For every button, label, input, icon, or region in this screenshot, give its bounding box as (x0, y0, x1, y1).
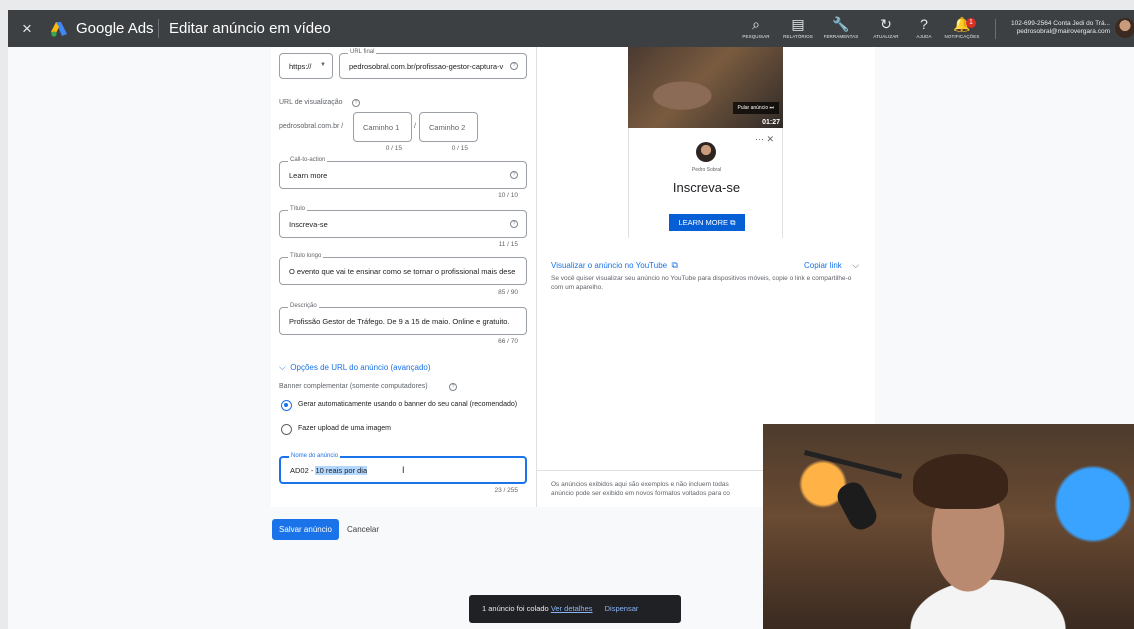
preview-cta-label: LEARN MORE (678, 218, 729, 227)
path2-field[interactable]: Caminho 2 (419, 112, 478, 142)
protocol-value: https:// (289, 62, 312, 71)
cta-counter: 10 / 10 (498, 192, 518, 199)
microphone (833, 478, 881, 534)
url-options-label: Opções de URL do anúncio (avançado) (290, 363, 431, 372)
account-divider (995, 19, 996, 39)
channel-avatar (696, 142, 716, 162)
ad-name-legend: Nome do anúncio (289, 453, 341, 459)
close-icon[interactable]: × (22, 19, 32, 39)
open-external-icon: ⧉ (671, 260, 678, 270)
help-icon[interactable]: ? (449, 383, 457, 391)
youtube-ad-card: ··· ✕ Pedro Sobral Inscreva-se LEARN MOR… (628, 128, 783, 238)
display-url-domain: pedrosobral.com.br / (279, 123, 344, 130)
final-url-field[interactable]: URL final pedrosobral.com.br/profissao-g… (339, 49, 527, 79)
preview-cta-button[interactable]: LEARN MORE ⧉ (669, 214, 745, 231)
banner-auto-radio[interactable] (281, 400, 292, 411)
snackbar: 1 anúncio foi colado Ver detalhes Dispen… (469, 595, 681, 623)
display-url-label: URL de visualização (279, 99, 343, 106)
final-url-legend: URL final (348, 49, 377, 55)
cta-field[interactable]: Call-to-action Learn more ? (279, 157, 527, 189)
presenter-hair (913, 454, 1008, 509)
long-title-value: O evento que vai te ensinar como se torn… (289, 267, 516, 276)
notification-badge: 1 (966, 18, 976, 28)
topbar-divider (158, 19, 159, 38)
path1-placeholder: Caminho 1 (363, 123, 400, 132)
final-url-value: pedrosobral.com.br/profissao-gestor-capt… (349, 62, 504, 71)
help-icon[interactable]: ? (510, 171, 518, 179)
ad-name-prefix: AD02 - (290, 466, 316, 475)
cancel-button[interactable]: Cancelar (347, 525, 379, 534)
preview-disclaimer: Os anúncios exibidos aqui são exemplos e… (551, 480, 763, 498)
ad-name-selection: 10 reais por dia (315, 466, 368, 475)
avatar[interactable] (1115, 18, 1134, 38)
banner-upload-label: Fazer upload de uma imagem (298, 425, 391, 432)
title-legend: Título (288, 206, 308, 212)
path2-placeholder: Caminho 2 (429, 123, 466, 132)
description-field[interactable]: Descrição Profissão Gestor de Tráfego. D… (279, 303, 527, 335)
view-on-youtube-link[interactable]: Visualizar o anúncio no YouTube ⧉ (551, 255, 678, 273)
text-cursor-icon: I (402, 465, 405, 475)
view-on-youtube-label: Visualizar o anúncio no YouTube (551, 261, 668, 270)
title-counter: 11 / 15 (498, 241, 518, 248)
google-ads-logo-icon (51, 22, 67, 37)
preview-info-text: Se você quiser visualizar seu anúncio no… (551, 275, 852, 291)
help-icon[interactable]: ? (510, 220, 518, 228)
ad-name-field[interactable]: Nome do anúncio AD02 - 10 reais por dia … (279, 453, 527, 484)
banner-label: Banner complementar (somente computadore… (279, 383, 428, 390)
path1-field[interactable]: Caminho 1 (353, 112, 412, 142)
copy-link-label: Copiar link (804, 261, 842, 270)
more-close-icons[interactable]: ··· ✕ (755, 134, 774, 145)
long-title-legend: Título longo (288, 253, 324, 259)
view-details-link[interactable]: Ver detalhes (551, 604, 593, 613)
bell-icon: 🔔 (953, 16, 971, 32)
chevron-down-icon: ⌵ (279, 362, 286, 372)
account-id: 102-699-2564 Conta Jedi do Trá... (1010, 20, 1110, 27)
ad-name-counter: 23 / 255 (494, 487, 519, 494)
path-separator: / (414, 123, 416, 130)
title-value: Inscreva-se (289, 220, 328, 229)
protocol-select[interactable]: https:// ▼ (279, 53, 333, 79)
path1-counter: 0 / 15 (385, 145, 402, 152)
cta-value: Learn more (289, 171, 328, 180)
brand-name: Google Ads (76, 20, 154, 37)
top-app-bar: × Google Ads Editar anúncio em vídeo ⌕ P… (8, 10, 1134, 47)
help-icon[interactable]: ? (510, 62, 518, 70)
description-legend: Descrição (288, 303, 319, 309)
help-icon[interactable]: ? (352, 99, 360, 107)
disclaimer-line-1: Os anúncios exibidos aqui são exemplos e… (551, 481, 729, 488)
notifications-button[interactable]: 🔔 1 NOTIFICAÇÕES (936, 16, 988, 39)
long-title-counter: 85 / 90 (498, 289, 518, 296)
url-options-toggle[interactable]: ⌵ Opções de URL do anúncio (avançado) (279, 357, 431, 375)
description-counter: 66 / 70 (498, 338, 518, 345)
disclaimer-line-2: anúncio pode ser exibido em novos format… (551, 490, 730, 497)
preview-headline: Inscreva-se (672, 180, 741, 195)
account-info[interactable]: 102-699-2564 Conta Jedi do Trá... pedros… (1002, 20, 1110, 36)
copy-link-button[interactable]: Copiar link ⌵ (804, 255, 859, 273)
chevron-down-icon: ⌵ (852, 260, 860, 270)
snackbar-message: 1 anúncio foi colado (482, 604, 549, 613)
dismiss-button[interactable]: Dispensar (605, 604, 639, 613)
description-value: Profissão Gestor de Tráfego. De 9 a 15 d… (289, 317, 510, 326)
skip-ad-button[interactable]: Pular anúncio ⏭ (732, 102, 779, 114)
channel-name: Pedro Sobral (691, 167, 722, 173)
account-email: pedrosobral@mairovergara.com (1016, 28, 1110, 35)
page-title: Editar anúncio em vídeo (169, 20, 331, 37)
notifications-label: NOTIFICAÇÕES (944, 34, 980, 39)
save-ad-button[interactable]: Salvar anúncio (272, 519, 339, 540)
chevron-down-icon: ▼ (320, 62, 326, 68)
banner-upload-radio[interactable] (281, 424, 292, 435)
long-title-field[interactable]: Título longo O evento que vai te ensinar… (279, 253, 527, 285)
banner-auto-label: Gerar automaticamente usando o banner do… (298, 401, 518, 408)
video-thumbnail: Pular anúncio ⏭ 01:27 (628, 47, 783, 128)
cta-legend: Call-to-action (288, 157, 328, 163)
open-external-icon: ⧉ (730, 218, 736, 227)
video-time: 01:27 (762, 119, 780, 126)
title-field[interactable]: Título Inscreva-se ? (279, 206, 527, 238)
path2-counter: 0 / 15 (451, 145, 468, 152)
ad-name-value: AD02 - 10 reais por dia (290, 466, 368, 475)
mic-arm (803, 449, 903, 480)
webcam-overlay (763, 424, 1134, 629)
